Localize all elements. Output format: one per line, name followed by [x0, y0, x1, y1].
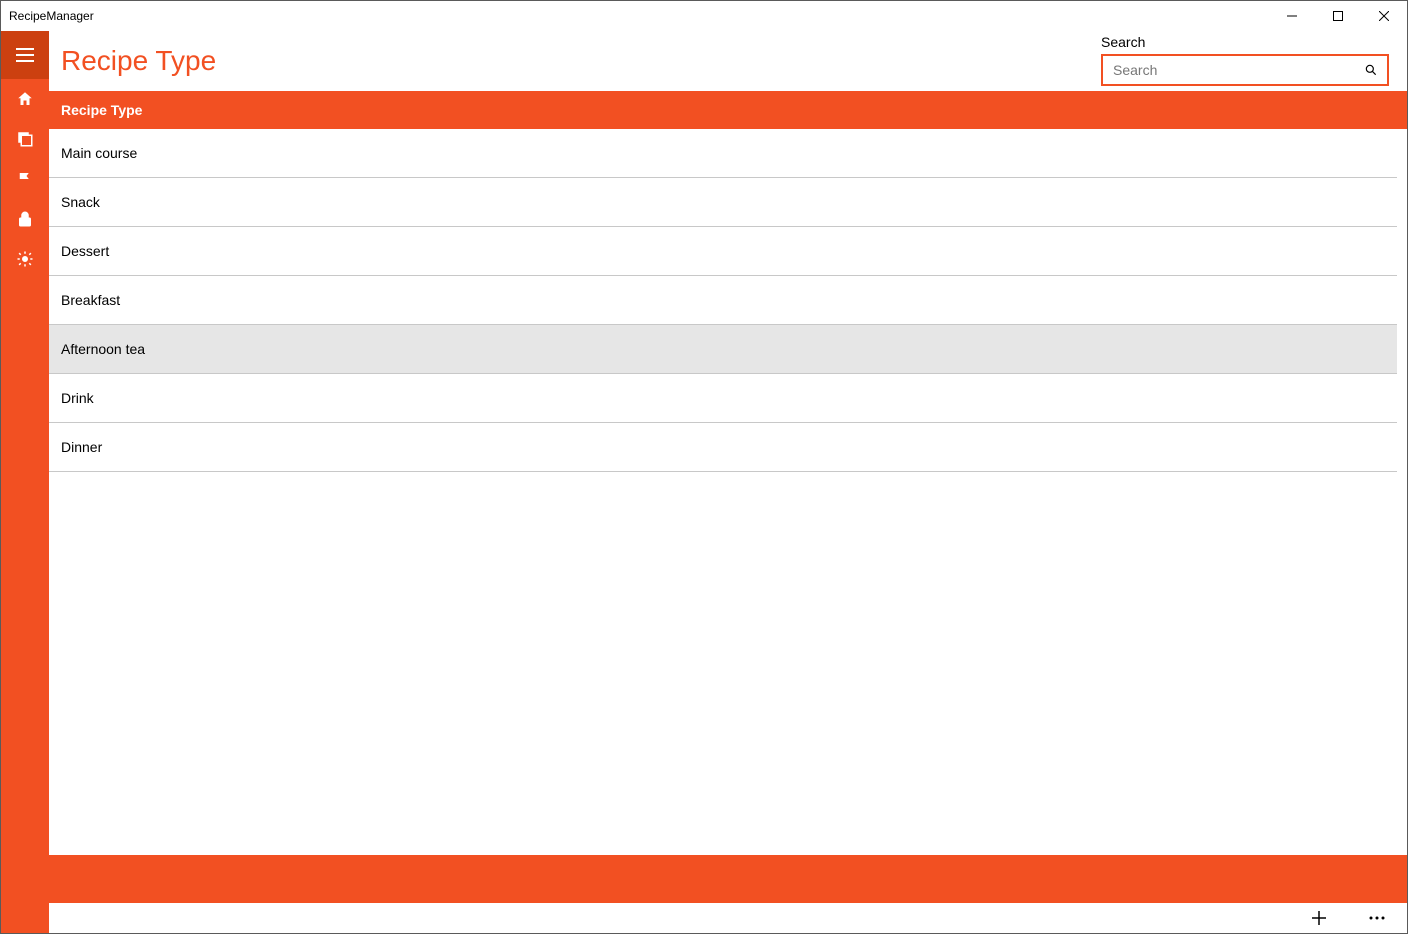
- flag-icon: [16, 170, 34, 188]
- nav-categories[interactable]: [1, 119, 49, 159]
- list-item-label: Drink: [61, 390, 94, 406]
- search-box[interactable]: [1101, 54, 1389, 86]
- window-controls: [1269, 1, 1407, 31]
- gear-icon: [16, 250, 34, 268]
- list-item-label: Afternoon tea: [61, 341, 145, 357]
- list-item[interactable]: Dinner: [49, 423, 1397, 472]
- close-button[interactable]: [1361, 1, 1407, 31]
- nav-lock[interactable]: [1, 199, 49, 239]
- list-item-label: Main course: [61, 145, 137, 161]
- maximize-button[interactable]: [1315, 1, 1361, 31]
- list-item[interactable]: Main course: [49, 129, 1397, 178]
- list-item-label: Snack: [61, 194, 100, 210]
- more-icon: [1369, 916, 1385, 920]
- home-icon: [16, 90, 34, 108]
- hamburger-button[interactable]: [1, 31, 49, 79]
- hamburger-icon: [16, 48, 34, 62]
- maximize-icon: [1333, 11, 1343, 21]
- plus-icon: [1311, 910, 1327, 926]
- list-item[interactable]: Drink: [49, 374, 1397, 423]
- window-title: RecipeManager: [9, 9, 94, 23]
- list-item-label: Breakfast: [61, 292, 120, 308]
- recipe-type-list: Main course Snack Dessert Breakfast Afternoo…: [49, 129, 1397, 855]
- search-block: Search: [1101, 34, 1389, 86]
- nav-flag[interactable]: [1, 159, 49, 199]
- search-input[interactable]: [1111, 61, 1361, 79]
- nav-home[interactable]: [1, 79, 49, 119]
- nav-settings[interactable]: [1, 239, 49, 279]
- title-bar: RecipeManager: [1, 1, 1407, 31]
- stack-icon: [16, 130, 34, 148]
- minimize-icon: [1287, 11, 1297, 21]
- list-item-label: Dessert: [61, 243, 109, 259]
- page-header: Recipe Type Search: [49, 31, 1407, 91]
- section-title: Recipe Type: [61, 102, 142, 118]
- bottom-bar: [49, 855, 1407, 903]
- app-window: RecipeManager: [0, 0, 1408, 934]
- magnifier-icon: [1364, 63, 1378, 77]
- command-bar: [49, 903, 1407, 933]
- page-title: Recipe Type: [61, 45, 216, 77]
- list-item[interactable]: Breakfast: [49, 276, 1397, 325]
- lock-icon: [16, 210, 34, 228]
- more-button[interactable]: [1357, 903, 1397, 933]
- nav-rail: [1, 31, 49, 933]
- minimize-button[interactable]: [1269, 1, 1315, 31]
- section-header: Recipe Type: [49, 91, 1407, 129]
- list-item[interactable]: Dessert: [49, 227, 1397, 276]
- app-body: Recipe Type Search Recipe Type Main cour…: [1, 31, 1407, 933]
- list-item-label: Dinner: [61, 439, 102, 455]
- list-item[interactable]: Afternoon tea: [49, 325, 1397, 374]
- add-button[interactable]: [1299, 903, 1339, 933]
- search-label: Search: [1101, 34, 1389, 50]
- list-item[interactable]: Snack: [49, 178, 1397, 227]
- search-icon[interactable]: [1361, 63, 1381, 77]
- close-icon: [1379, 11, 1389, 21]
